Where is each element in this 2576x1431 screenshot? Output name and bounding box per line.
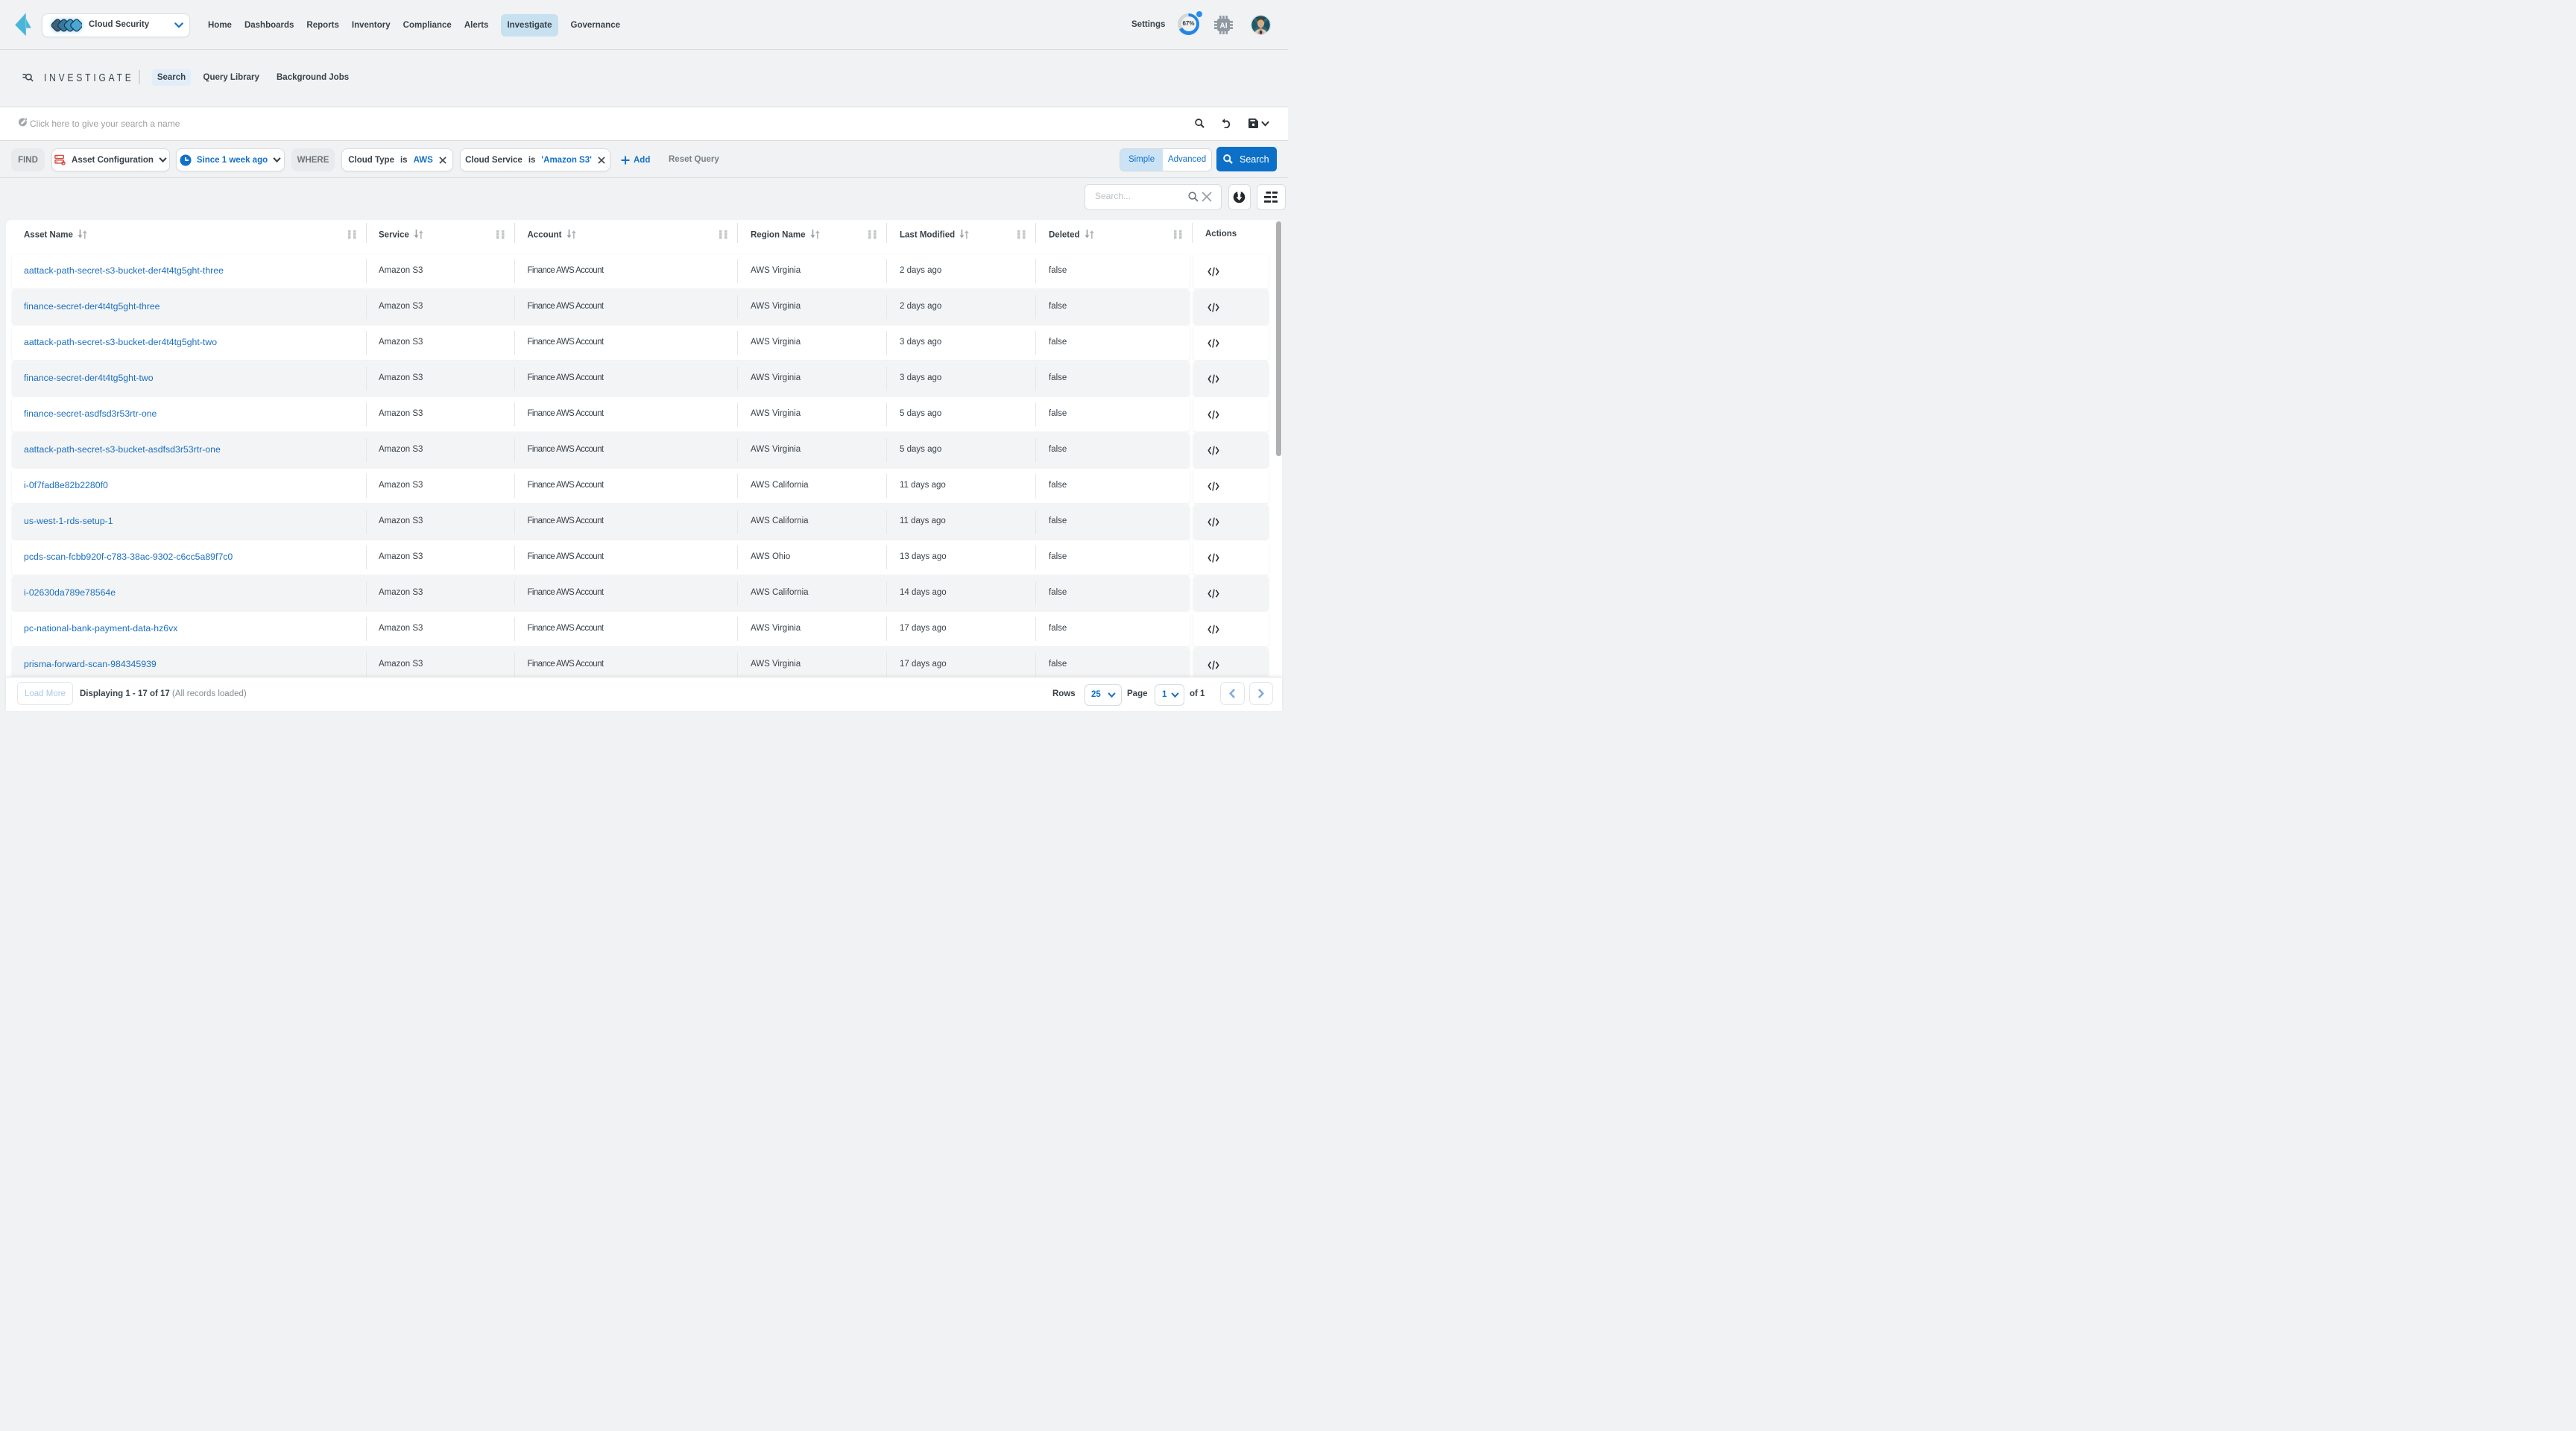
svg-text:AI: AI [1220,22,1228,30]
